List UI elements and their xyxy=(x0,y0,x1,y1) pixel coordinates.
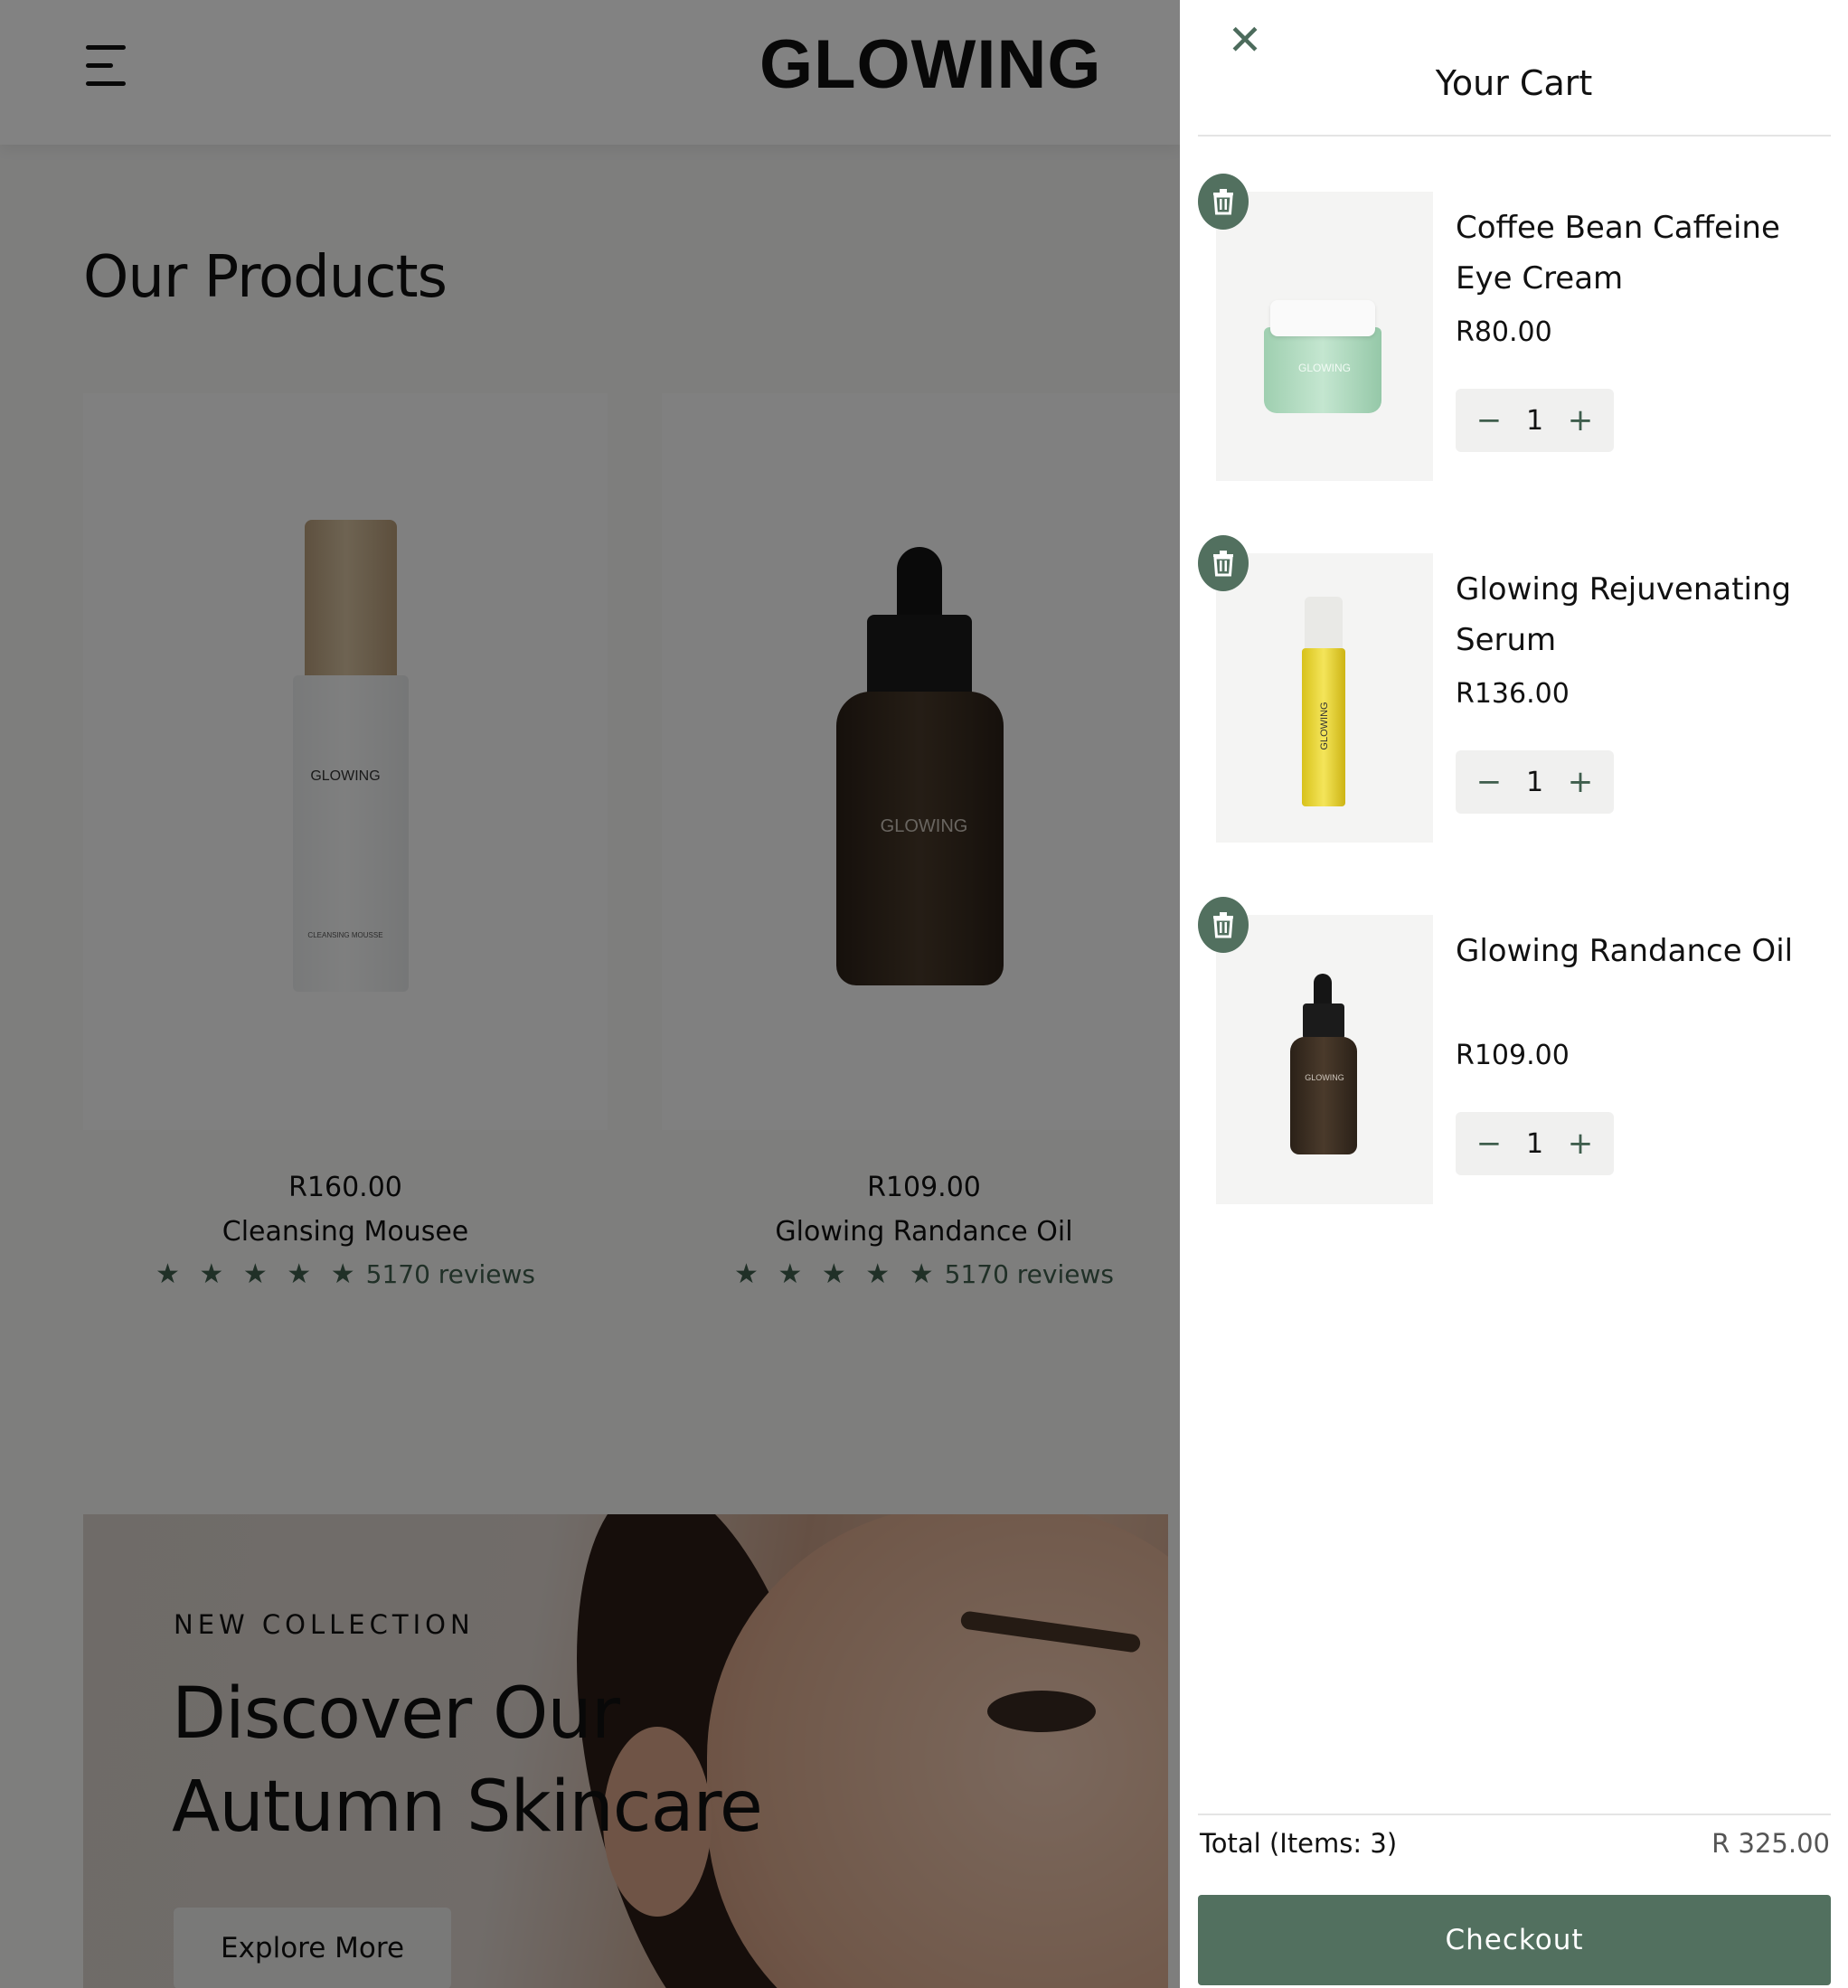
decrease-quantity-button[interactable]: − xyxy=(1466,764,1512,800)
increase-quantity-button[interactable]: + xyxy=(1558,1126,1603,1162)
quantity-stepper: − 1 + xyxy=(1456,1112,1614,1175)
cart-total-value: R 325.00 xyxy=(1711,1828,1830,1859)
cart-header-divider xyxy=(1198,135,1831,137)
cart-item-name[interactable]: Coffee Bean Caffeine Eye Cream xyxy=(1456,203,1817,304)
cart-footer-divider xyxy=(1198,1814,1831,1815)
trash-icon xyxy=(1213,912,1233,938)
remove-item-button[interactable] xyxy=(1198,174,1249,230)
remove-item-button[interactable] xyxy=(1198,897,1249,953)
cart-item-price: R136.00 xyxy=(1456,678,1570,710)
cart-item-price: R80.00 xyxy=(1456,316,1552,348)
quantity-value: 1 xyxy=(1525,766,1544,798)
cart-item: GLOWING Coffee Bean Caffeine Eye Cream R… xyxy=(1198,174,1831,490)
cart-item: GLOWING Glowing Randance Oil R109.00 − 1… xyxy=(1198,897,1831,1213)
cart-item-image[interactable]: GLOWING xyxy=(1216,553,1433,843)
quantity-value: 1 xyxy=(1525,404,1544,437)
cart-item-name[interactable]: Glowing Randance Oil xyxy=(1456,926,1817,976)
storefront-page: GLOWING Our Products GLOWING CLEANSING M… xyxy=(0,0,1180,1988)
decrease-quantity-button[interactable]: − xyxy=(1466,402,1512,438)
cart-item-image[interactable]: GLOWING xyxy=(1216,192,1433,481)
cart-item: GLOWING Glowing Rejuvenating Serum R136.… xyxy=(1198,535,1831,852)
modal-backdrop[interactable] xyxy=(0,0,1180,1988)
cart-item-image-label: GLOWING xyxy=(1297,362,1351,374)
cart-item-image-label: GLOWING xyxy=(1305,1073,1344,1082)
decrease-quantity-button[interactable]: − xyxy=(1466,1126,1512,1162)
trash-icon xyxy=(1213,189,1233,215)
cart-title: Your Cart xyxy=(1435,63,1593,103)
quantity-stepper: − 1 + xyxy=(1456,750,1614,814)
cart-item-price: R109.00 xyxy=(1456,1040,1570,1071)
trash-icon xyxy=(1213,551,1233,577)
close-icon[interactable]: ✕ xyxy=(1225,19,1265,61)
checkout-button[interactable]: Checkout xyxy=(1198,1895,1831,1985)
quantity-value: 1 xyxy=(1525,1127,1544,1160)
cart-drawer: ✕ Your Cart GLOWING Coffee Bean Caffeine… xyxy=(1180,0,1848,1988)
increase-quantity-button[interactable]: + xyxy=(1558,764,1603,800)
cart-total-label: Total (Items: 3) xyxy=(1200,1828,1398,1859)
remove-item-button[interactable] xyxy=(1198,535,1249,591)
cart-item-image[interactable]: GLOWING xyxy=(1216,915,1433,1204)
quantity-stepper: − 1 + xyxy=(1456,389,1614,452)
increase-quantity-button[interactable]: + xyxy=(1558,402,1603,438)
cart-item-name[interactable]: Glowing Rejuvenating Serum xyxy=(1456,564,1817,665)
cart-item-image-label: GLOWING xyxy=(1319,702,1330,750)
